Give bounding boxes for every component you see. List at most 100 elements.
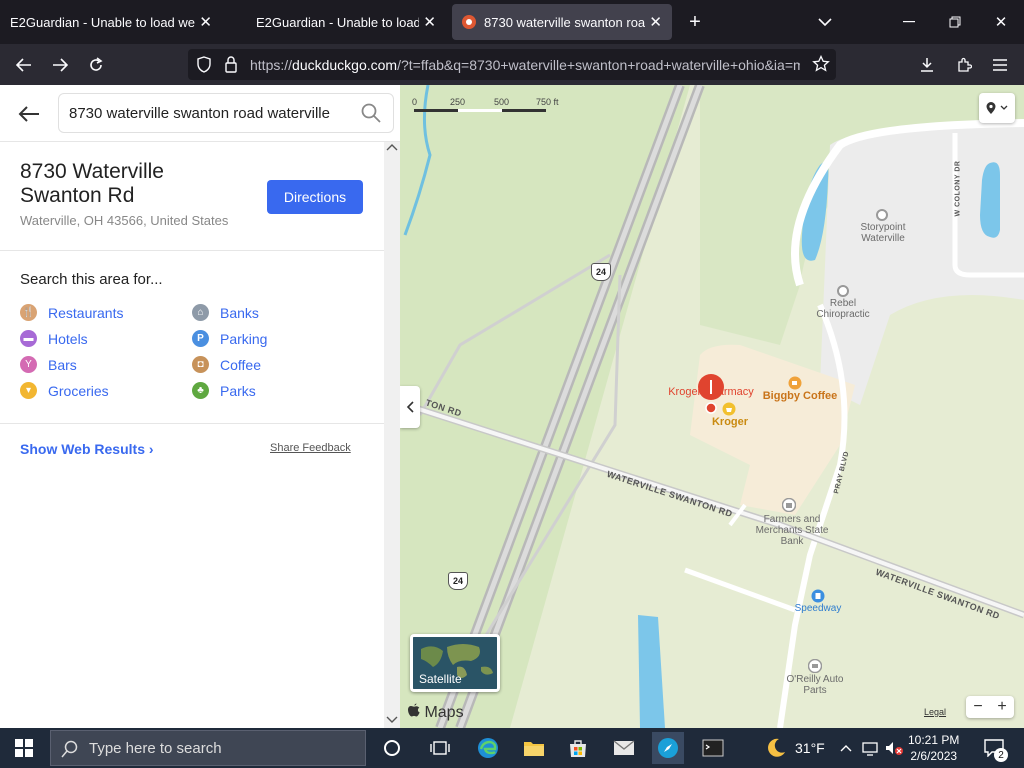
back-to-results-button[interactable] [16, 101, 42, 127]
list-all-tabs-button[interactable] [802, 0, 848, 44]
file-explorer-icon[interactable] [518, 732, 550, 764]
directions-button[interactable]: Directions [267, 180, 363, 214]
shield-icon[interactable] [196, 56, 212, 76]
forward-button[interactable] [45, 50, 75, 80]
task-view-button[interactable] [424, 732, 456, 764]
minimize-button[interactable] [886, 0, 932, 44]
location-tracking-button[interactable] [979, 93, 1015, 123]
search-input[interactable]: 8730 waterville swanton road waterville [58, 93, 394, 133]
scale-bar [414, 109, 546, 112]
scroll-down-icon[interactable] [386, 715, 398, 728]
lock-icon[interactable] [224, 56, 238, 76]
back-arrow-icon [16, 58, 31, 72]
tab-label: E2Guardian - Unable to load website [10, 14, 196, 30]
close-tab-icon[interactable]: ✕ [423, 13, 436, 31]
volume-muted-icon[interactable] [882, 732, 906, 764]
map-view[interactable]: 0 250 500 750 ft TON RD WATERVILLE SWANT… [400, 85, 1024, 728]
location-marker[interactable] [697, 374, 725, 421]
poi-label-speedway[interactable]: Speedway [783, 603, 853, 614]
poi-label-rebel-chiropractic[interactable]: Rebel Chiropractic [808, 298, 878, 320]
poi-label-storypoint[interactable]: Storypoint Waterville [848, 222, 918, 244]
back-button[interactable] [9, 50, 39, 80]
grocery-basket-icon: ▾ [20, 382, 37, 399]
tab-bar: E2Guardian - Unable to load website ✕ E2… [0, 0, 1024, 44]
maximize-button[interactable] [932, 0, 978, 44]
category-hotels[interactable]: ▬ Hotels [20, 330, 88, 347]
tab-duckduckgo-maps[interactable]: 8730 waterville swanton road waterville … [452, 4, 672, 40]
bank-icon [781, 497, 797, 513]
downloads-button[interactable] [912, 50, 942, 80]
poi-label-biggby-coffee[interactable]: Biggby Coffee [760, 391, 840, 402]
category-restaurants[interactable]: 🍴 Restaurants [20, 304, 123, 321]
close-window-button[interactable]: ✕ [978, 0, 1024, 44]
category-label: Coffee [220, 356, 261, 373]
search-row: 8730 waterville swanton road waterville [0, 85, 400, 142]
system-clock[interactable]: 10:21 PM 2/6/2023 [908, 732, 959, 764]
route-24-shield: 24 [591, 263, 611, 281]
edge-taskbar-icon[interactable] [472, 732, 504, 764]
notification-center-button[interactable]: 2 [978, 732, 1010, 764]
bed-icon: ▬ [20, 330, 37, 347]
terminal-icon[interactable] [697, 732, 729, 764]
category-parks[interactable]: ♣ Parks [192, 382, 256, 399]
zoom-out-button[interactable]: − [966, 698, 990, 716]
category-label: Restaurants [48, 304, 124, 321]
search-placeholder: Type here to search [89, 739, 222, 757]
taskbar-search-box[interactable]: Type here to search [50, 730, 366, 766]
zoom-in-button[interactable]: + [990, 698, 1014, 716]
web-results-label: Show Web Results [20, 441, 145, 457]
bank-icon: ⌂ [192, 304, 209, 321]
start-button[interactable] [8, 732, 40, 764]
share-feedback-link[interactable]: Share Feedback [270, 442, 351, 454]
tree-icon: ♣ [192, 382, 209, 399]
chevron-left-icon [406, 401, 414, 413]
menu-button[interactable] [985, 50, 1015, 80]
category-bars[interactable]: Y Bars [20, 356, 77, 373]
coffee-cup-icon [788, 376, 802, 390]
tab-e2guardian-1[interactable]: E2Guardian - Unable to load website ✕ [0, 4, 222, 40]
scroll-up-icon[interactable] [386, 142, 398, 155]
cortana-button[interactable] [376, 732, 408, 764]
reload-button[interactable] [81, 50, 111, 80]
search-query[interactable]: 8730 waterville swanton road waterville [69, 105, 349, 122]
task-view-icon [430, 741, 450, 755]
microsoft-store-icon[interactable] [562, 732, 594, 764]
parking-icon: P [192, 330, 209, 347]
poi-label-farmers-bank[interactable]: Farmers and Merchants State Bank [752, 514, 832, 547]
new-tab-button[interactable]: + [672, 0, 718, 44]
scale-tick: 500 [494, 97, 510, 107]
mail-icon[interactable] [608, 732, 640, 764]
panel-scrollbar[interactable] [384, 142, 400, 728]
address-bar[interactable]: https://duckduckgo.com/?t=ffab&q=8730+wa… [188, 49, 836, 80]
active-app-taskbar-icon[interactable] [652, 732, 684, 764]
show-web-results-link[interactable]: Show Web Results › [20, 441, 154, 457]
restaurant-icon: 🍴 [20, 304, 37, 321]
collapse-panel-button[interactable] [400, 386, 420, 428]
close-tab-icon[interactable]: ✕ [649, 13, 662, 31]
search-icon[interactable] [361, 103, 381, 127]
legal-link[interactable]: Legal [924, 707, 946, 717]
close-tab-icon[interactable]: ✕ [199, 13, 212, 31]
windows-logo-icon [15, 739, 33, 757]
tab-e2guardian-2[interactable]: E2Guardian - Unable to load website ✕ [228, 4, 446, 40]
show-hidden-icons-button[interactable] [836, 732, 856, 764]
poi-label-oreilly[interactable]: O'Reilly Auto Parts [780, 674, 850, 696]
category-coffee[interactable]: ◘ Coffee [192, 356, 261, 373]
satellite-toggle[interactable]: Satellite [410, 634, 500, 692]
url-text[interactable]: https://duckduckgo.com/?t=ffab&q=8730+wa… [250, 57, 800, 73]
weather-temp[interactable]: 31°F [795, 740, 825, 756]
network-icon[interactable] [858, 732, 882, 764]
extensions-button[interactable] [949, 50, 979, 80]
poi-dot-icon [837, 285, 849, 297]
category-parking[interactable]: P Parking [192, 330, 267, 347]
category-banks[interactable]: ⌂ Banks [192, 304, 259, 321]
bookmark-star-icon[interactable] [812, 54, 830, 76]
category-groceries[interactable]: ▾ Groceries [20, 382, 109, 399]
car-icon [807, 658, 823, 674]
download-icon [921, 58, 933, 72]
chevron-up-icon [840, 745, 852, 752]
moon-weather-icon[interactable] [760, 732, 792, 764]
road-label: W COLONY DR [954, 160, 962, 217]
place-details-panel: 8730 waterville swanton road waterville … [0, 85, 400, 728]
chevron-right-icon: › [148, 441, 154, 457]
